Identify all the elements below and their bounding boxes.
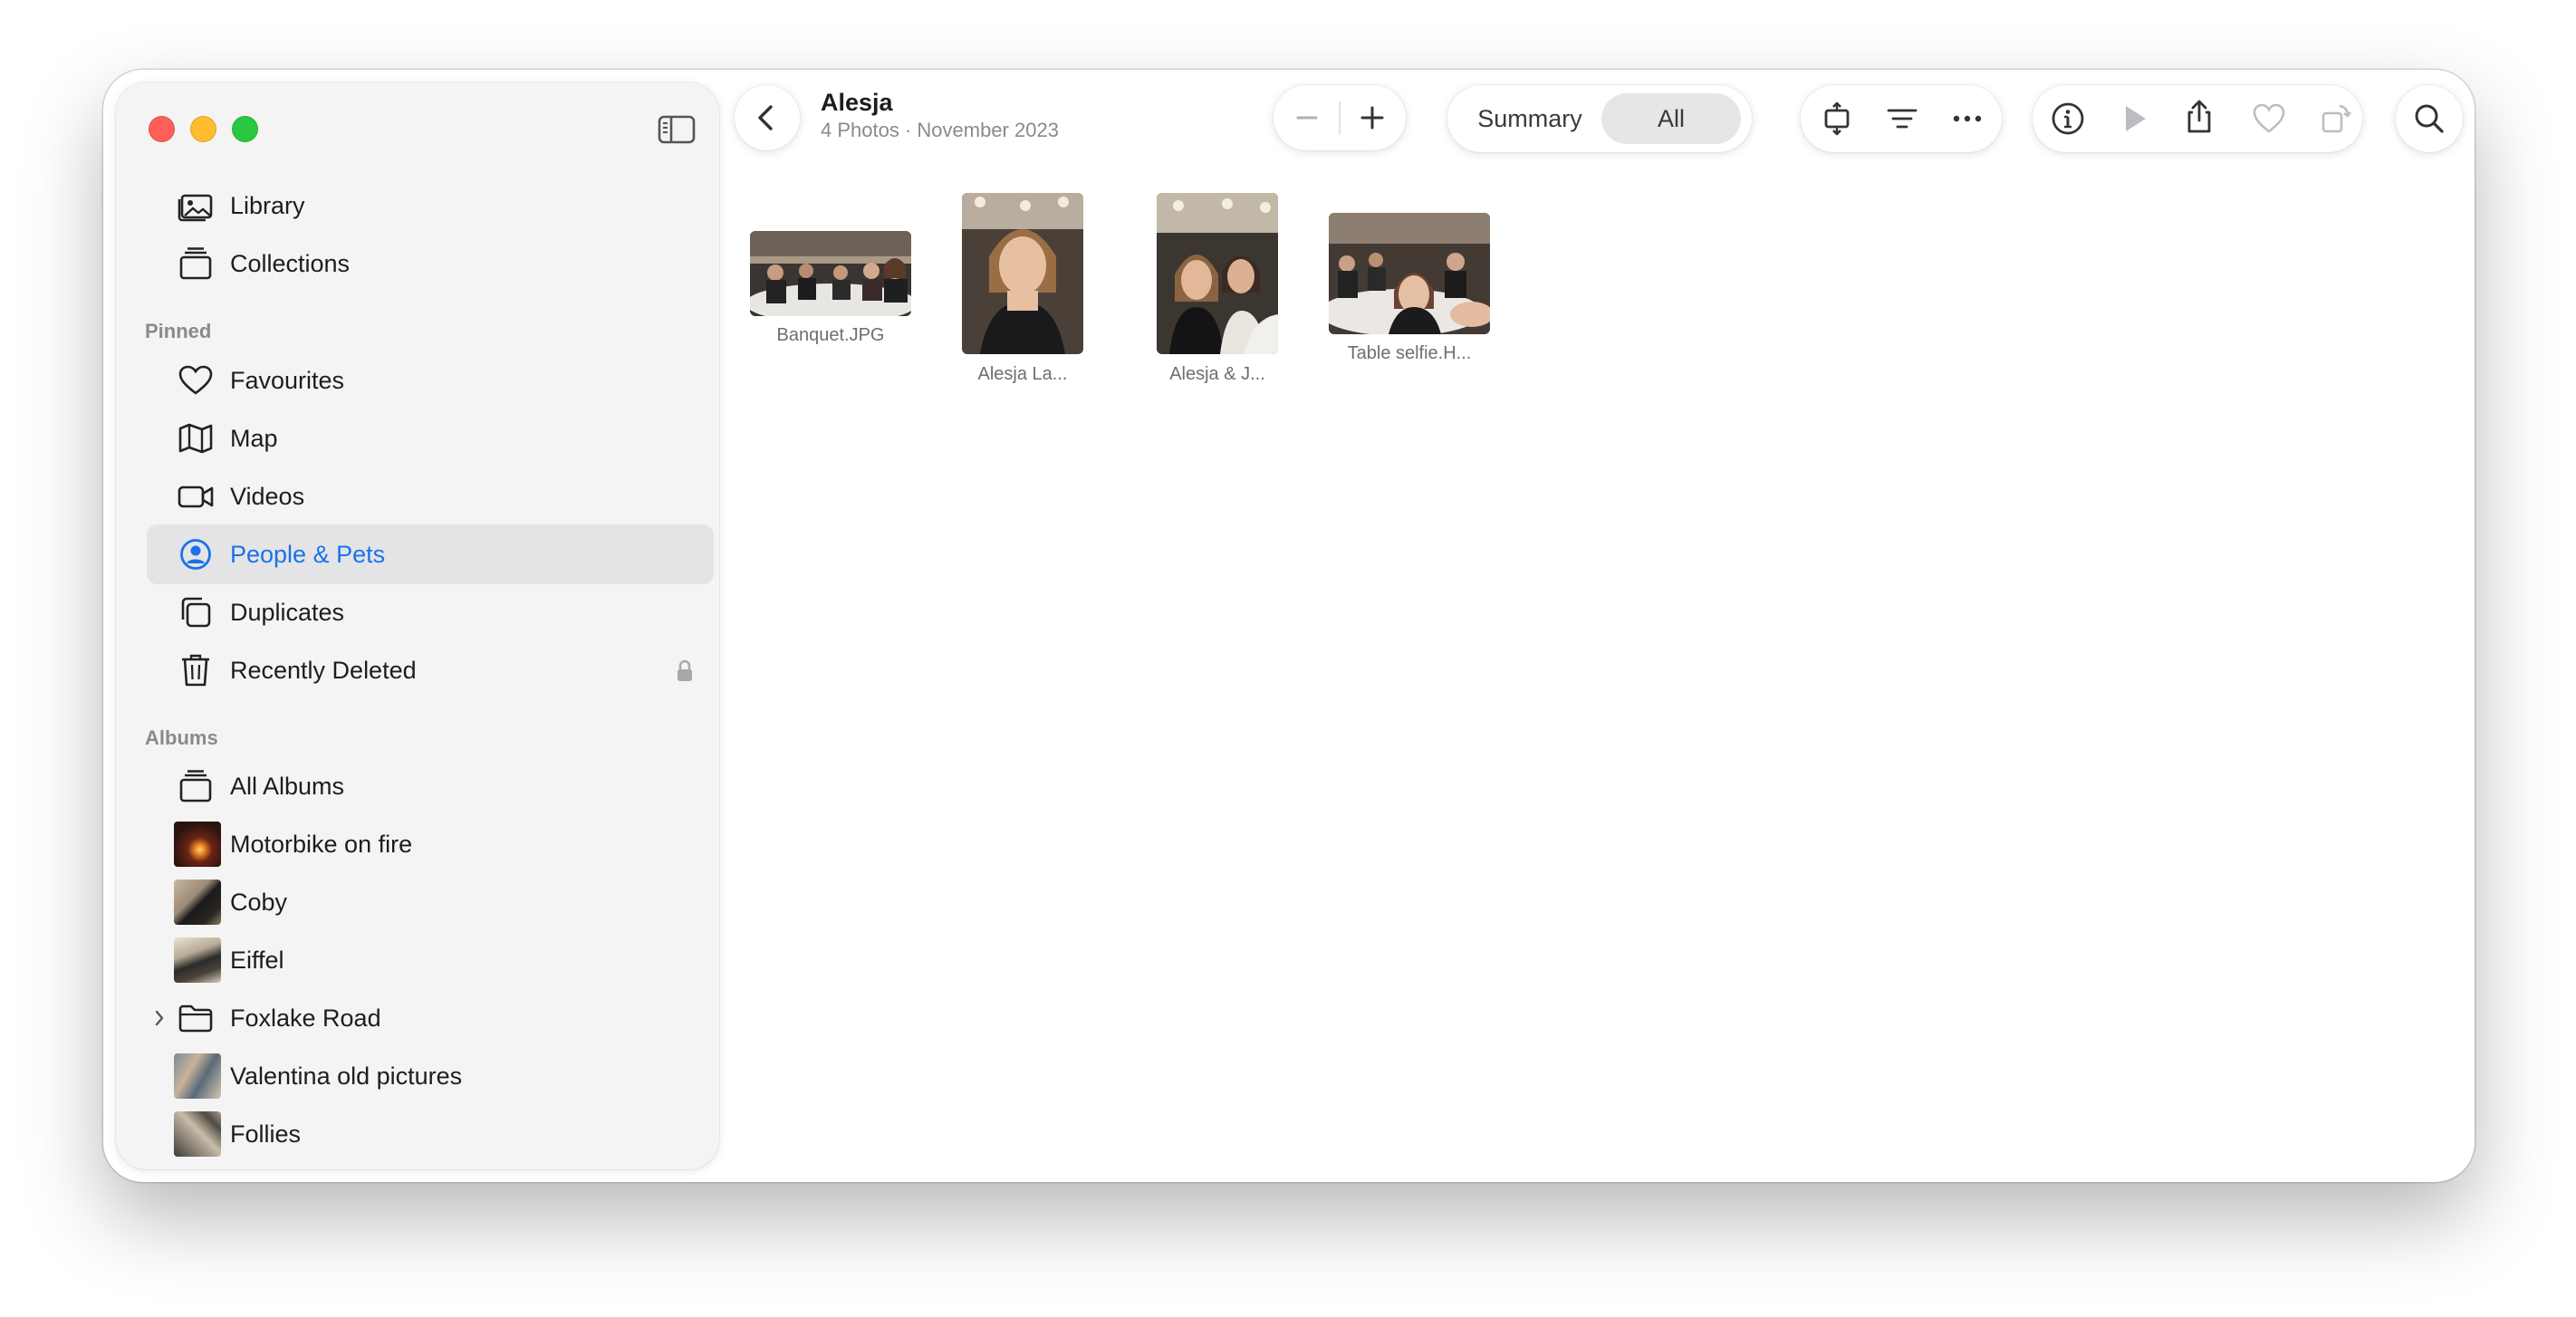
share-icon[interactable] <box>2181 99 2217 135</box>
sidebar-item-label: Eiffel <box>230 947 284 974</box>
lock-icon <box>676 659 694 683</box>
photo-thumbnail[interactable] <box>1157 193 1278 354</box>
chevron-left-icon <box>758 105 773 130</box>
sidebar-item-label: Follies <box>230 1120 302 1148</box>
sidebar-item-label: Collections <box>230 250 351 277</box>
photo-caption: Banquet.JPG <box>776 325 885 345</box>
photos-window: Library Collections Pinned Favourites Ma… <box>103 70 2475 1182</box>
sidebar-item-label: Foxlake Road <box>230 1005 381 1032</box>
video-camera-icon <box>178 480 214 513</box>
photo-thumbnail[interactable] <box>1329 213 1490 334</box>
sidebar-item-album-coby[interactable]: Coby <box>147 872 714 932</box>
sidebar-item-duplicates[interactable]: Duplicates <box>147 582 714 642</box>
folder-icon <box>178 1002 214 1034</box>
view-options-group <box>1801 85 2002 152</box>
search-icon <box>2411 101 2447 137</box>
zoom-control <box>1274 85 1406 150</box>
more-icon[interactable] <box>1949 101 1985 137</box>
sidebar-item-all-albums[interactable]: All Albums <box>147 756 714 816</box>
collections-stack-icon <box>178 247 214 280</box>
banquet-photo <box>750 231 911 316</box>
segment-all[interactable]: All <box>1601 93 1741 144</box>
album-thumbnail <box>174 822 221 867</box>
close-button[interactable] <box>149 116 175 142</box>
sidebar-item-label: People & Pets <box>230 541 386 568</box>
photo-actions-group <box>2033 85 2362 152</box>
back-button[interactable] <box>735 85 800 150</box>
filter-icon[interactable] <box>1884 101 1920 137</box>
album-thumbnail <box>174 880 221 925</box>
sidebar: Library Collections Pinned Favourites Ma… <box>116 82 719 1169</box>
rotate-icon[interactable] <box>2318 101 2354 137</box>
play-icon[interactable] <box>2116 101 2152 137</box>
photo-caption: Alesja & J... <box>1169 364 1265 384</box>
photo-thumbnail[interactable] <box>962 193 1083 354</box>
sidebar-item-label: Recently Deleted <box>230 657 417 684</box>
sidebar-item-label: All Albums <box>230 773 345 800</box>
favourite-icon[interactable] <box>2251 101 2287 137</box>
sidebar-item-album-partial[interactable] <box>147 1162 714 1169</box>
table-selfie-photo <box>1329 213 1490 334</box>
album-thumbnail <box>174 1111 221 1157</box>
sidebar-item-album-follies[interactable]: Follies <box>147 1104 714 1164</box>
page-title: Alesja <box>821 89 893 116</box>
pinned-section-label: Pinned <box>145 320 212 342</box>
sidebar-toggle-icon[interactable] <box>658 115 696 144</box>
info-icon[interactable] <box>2050 101 2086 137</box>
album-thumbnail <box>174 1053 221 1099</box>
sidebar-item-label: Coby <box>230 889 288 916</box>
segment-summary[interactable]: Summary <box>1458 93 1601 144</box>
albums-stack-icon <box>178 770 214 803</box>
sidebar-item-recently-deleted[interactable]: Recently Deleted <box>147 640 714 700</box>
sidebar-item-album-motorbike-on-fire[interactable]: Motorbike on fire <box>147 814 714 874</box>
heart-icon <box>178 364 214 397</box>
zoom-button[interactable] <box>232 116 258 142</box>
photo-thumbnail[interactable] <box>750 231 911 316</box>
sidebar-item-folder-foxlake-road[interactable]: Foxlake Road <box>147 988 714 1048</box>
zoom-in-icon[interactable] <box>1354 100 1390 136</box>
sidebar-item-label: Duplicates <box>230 599 345 626</box>
duplicate-squares-icon <box>178 596 214 629</box>
portrait-photo <box>962 193 1083 354</box>
sidebar-item-label: Map <box>230 425 278 452</box>
sidebar-item-label: Favourites <box>230 367 345 394</box>
photo-caption: Alesja La... <box>977 364 1068 384</box>
albums-section-label: Albums <box>145 726 218 749</box>
aspect-ratio-icon[interactable] <box>1819 101 1855 137</box>
sidebar-item-label: Valentina old pictures <box>230 1062 463 1090</box>
search-button[interactable] <box>2396 85 2463 152</box>
sidebar-item-label: Videos <box>230 483 305 510</box>
sidebar-item-album-valentina-old-pictures[interactable]: Valentina old pictures <box>147 1046 714 1106</box>
zoom-out-icon[interactable] <box>1289 100 1325 136</box>
sidebar-item-map[interactable]: Map <box>147 409 714 468</box>
sidebar-item-library[interactable]: Library <box>147 176 714 236</box>
trash-icon <box>178 654 214 687</box>
sidebar-item-label: Library <box>230 192 305 219</box>
page-subtitle: 4 Photos · November 2023 <box>821 119 1059 141</box>
view-segmented-control: Summary All <box>1447 85 1752 152</box>
two-women-photo <box>1157 193 1278 354</box>
sidebar-item-favourites[interactable]: Favourites <box>147 351 714 410</box>
divider <box>1339 101 1341 134</box>
person-circle-icon <box>178 538 214 571</box>
sidebar-item-collections[interactable]: Collections <box>147 234 714 293</box>
map-icon <box>178 422 214 455</box>
sidebar-item-label: Motorbike on fire <box>230 831 413 858</box>
sidebar-item-people-and-pets[interactable]: People & Pets <box>147 524 714 584</box>
minimize-button[interactable] <box>190 116 216 142</box>
photo-caption: Table selfie.H... <box>1347 343 1472 363</box>
album-thumbnail <box>174 937 221 983</box>
sidebar-item-album-eiffel[interactable]: Eiffel <box>147 930 714 990</box>
chevron-right-icon[interactable] <box>152 1007 167 1029</box>
photo-library-icon <box>178 189 214 222</box>
sidebar-item-videos[interactable]: Videos <box>147 466 714 526</box>
